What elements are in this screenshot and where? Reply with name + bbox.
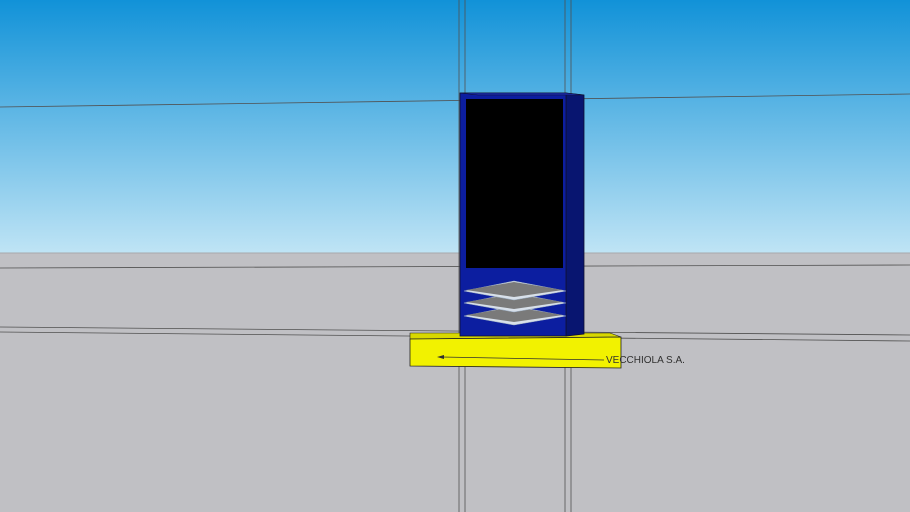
- ground-plane: [0, 253, 910, 512]
- cabinet-side: [565, 92, 585, 337]
- sky: [0, 0, 910, 253]
- base-block[interactable]: [409, 336, 622, 369]
- annotation-label[interactable]: VECCHIOLA S.A.: [606, 355, 685, 366]
- cabinet-top: [459, 92, 585, 96]
- 3d-scene[interactable]: VECCHIOLA S.A.: [0, 0, 910, 512]
- display-screen[interactable]: [466, 99, 563, 268]
- modeling-viewport[interactable]: VECCHIOLA S.A.: [0, 0, 910, 512]
